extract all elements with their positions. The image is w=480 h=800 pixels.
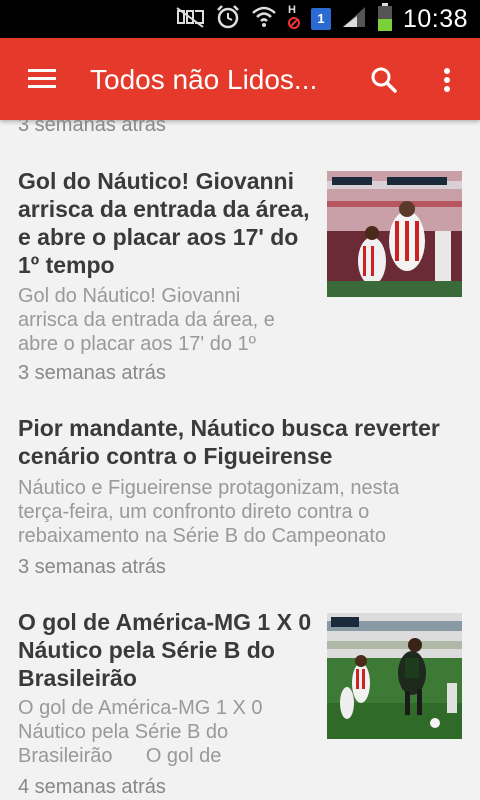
notification-icon: 1	[310, 8, 331, 30]
article-title-line: Náutico pela Série B do	[18, 637, 275, 663]
article-time: 3 semanas atrás	[18, 362, 166, 384]
article-title: Gol do Náutico! Giovanni arrisca da entr…	[18, 167, 310, 279]
mute-icon	[175, 5, 205, 34]
article-time: 4 semanas atrás	[18, 776, 166, 798]
article-title: Pior mandante, Náutico busca reverter ce…	[18, 414, 440, 470]
hamburger-line	[28, 77, 56, 80]
overflow-menu-button[interactable]	[434, 62, 460, 98]
article-item[interactable]: Pior mandante, Náutico busca reverter ce…	[0, 412, 480, 592]
article-excerpt-line: abre o placar aos 17' do 1º	[18, 333, 256, 355]
signal-icon	[341, 5, 367, 34]
article-excerpt-line: Gol do Náutico! Giovanni	[18, 285, 241, 307]
article-title-line: cenário contra o Figueirense	[18, 443, 333, 469]
more-vert-icon	[444, 68, 450, 92]
status-bar: H 1 10:38	[0, 0, 480, 38]
article-item[interactable]: Gol do Náutico! Giovanni arrisca da entr…	[0, 164, 480, 394]
page-title: Todos não Lidos...	[90, 64, 318, 95]
article-excerpt: Gol do Náutico! Giovanni arrisca da entr…	[18, 284, 275, 356]
article-item[interactable]: O gol de América-MG 1 X 0 Náutico pela S…	[0, 606, 480, 800]
hamburger-line	[28, 85, 56, 88]
article-thumbnail	[327, 613, 462, 739]
article-title: O gol de América-MG 1 X 0 Náutico pela S…	[18, 608, 311, 692]
article-excerpt: O gol de América-MG 1 X 0 Náutico pela S…	[18, 696, 263, 768]
article-excerpt: Náutico e Figueirense protagonizam, nest…	[18, 476, 399, 548]
battery-icon	[377, 2, 393, 36]
clock: 10:38	[402, 4, 468, 33]
article-title-line: Gol do Náutico! Giovanni	[18, 168, 294, 194]
article-time: 3 semanas atrás	[18, 556, 166, 578]
article-title-line: arrisca da entrada da área,	[18, 196, 310, 222]
status-icons: H 1 10:38	[175, 0, 468, 38]
article-excerpt-line: Brasileirão O gol de	[18, 745, 222, 767]
menu-button[interactable]	[20, 64, 56, 94]
search-icon	[371, 67, 397, 93]
article-title-line: O gol de América-MG 1 X 0	[18, 609, 312, 635]
article-title-line: e abre o placar aos 17' do	[18, 224, 299, 250]
article-time: 3 semanas atrás	[18, 120, 166, 136]
article-excerpt-line: O gol de América-MG 1 X 0	[18, 697, 263, 719]
hamburger-line	[28, 69, 56, 72]
hd-icon: H	[287, 2, 301, 37]
article-excerpt-line: rebaixamento na Série B do Campeonato	[18, 525, 387, 547]
article-excerpt-line: arrisca da entrada da área, e	[18, 309, 275, 331]
article-excerpt-line: terça-feira, um confronto direto contra …	[18, 501, 370, 523]
article-excerpt-line: Náutico e Figueirense protagonizam, nest…	[18, 477, 400, 499]
wifi-icon	[251, 5, 277, 34]
article-title-line: 1º tempo	[18, 252, 115, 278]
article-thumbnail	[327, 171, 462, 297]
article-feed[interactable]: 3 semanas atrás Gol do Náutico! Giovanni…	[0, 120, 480, 800]
article-title-line: Brasileirão	[18, 665, 137, 691]
app-bar: Todos não Lidos...	[0, 38, 480, 120]
article-title-line: Pior mandante, Náutico busca reverter	[18, 415, 440, 441]
article-excerpt-line: Náutico pela Série B do	[18, 721, 229, 743]
alarm-icon	[215, 4, 241, 35]
search-button[interactable]	[366, 62, 402, 98]
svg-text:H: H	[288, 4, 296, 16]
